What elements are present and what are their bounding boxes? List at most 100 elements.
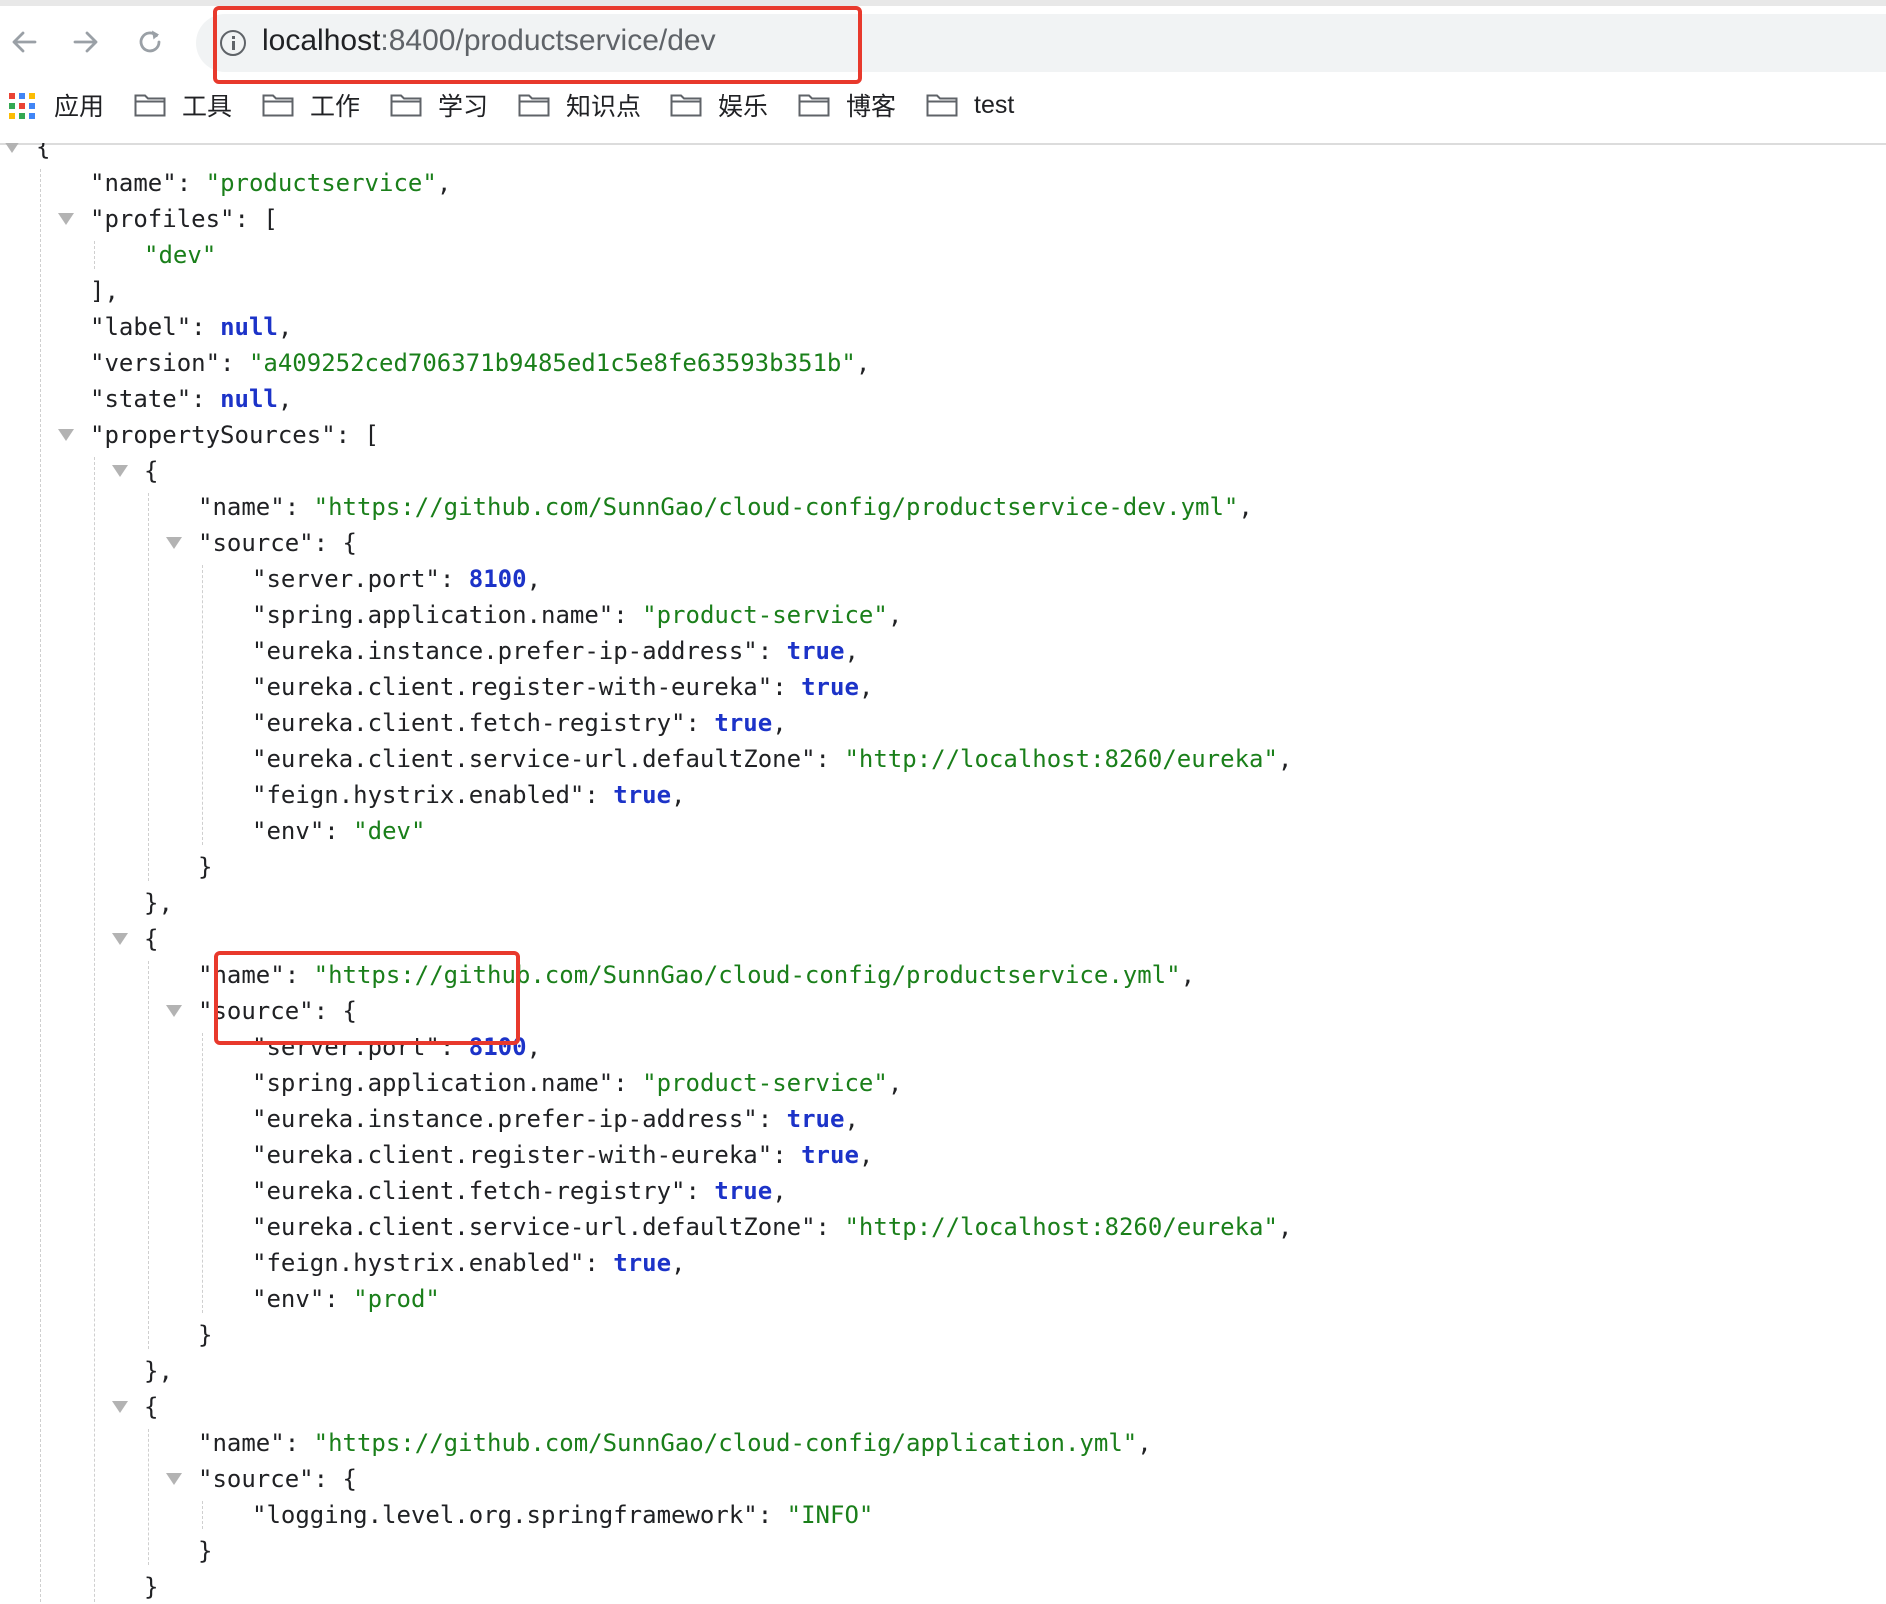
json-key: "logging.level.org.springframework" [252,1501,758,1529]
json-line-entry: "eureka.client.fetch-registry": true, [252,709,787,737]
indent-guide [148,493,149,881]
json-key: "name" [198,1429,285,1457]
json-line-profiles: "profiles": [ [90,205,278,233]
json-line-entry: "env": "dev" [252,817,426,845]
json-line-entry: "eureka.client.service-url.defaultZone":… [252,745,1293,773]
json-line-entry: "eureka.client.register-with-eureka": tr… [252,673,874,701]
collapse-toggle-icon[interactable] [58,429,74,441]
folder-icon [390,94,422,117]
json-string-value: "a409252ced706371b9485ed1c5e8fe63593b351… [248,349,856,377]
forward-button[interactable] [62,18,110,66]
arrow-left-icon [12,31,37,53]
json-close-brace: } [198,853,213,881]
bookmark-folder-entertainment[interactable]: 娱乐 [670,87,768,123]
json-literal-value: 8100 [468,565,527,593]
json-line-entry: "feign.hystrix.enabled": true, [252,1249,686,1277]
bookmark-apps[interactable]: 应用 [54,87,104,123]
json-key: "spring.application.name" [252,601,614,629]
browser-toolbar: localhost:8400/productservice/dev 应用 工具 … [0,0,1886,145]
bookmark-folder-knowledge[interactable]: 知识点 [518,87,641,123]
folder-icon [262,94,294,117]
json-key: "env" [252,1285,325,1313]
collapse-toggle-icon[interactable] [58,213,74,225]
indent-guide [148,1429,149,1565]
bookmark-label: 工作 [310,93,361,121]
reload-button[interactable] [126,18,174,66]
json-literal-value: true [714,709,773,737]
json-key: "version" [90,349,221,377]
json-line-entry: "spring.application.name": "product-serv… [252,1069,903,1097]
back-button[interactable] [0,18,48,66]
bookmark-label: 知识点 [566,93,642,121]
json-line-entry: "eureka.client.service-url.defaultZone":… [252,1213,1293,1241]
json-object-open: { [144,1393,159,1421]
json-literal-value: true [786,637,845,665]
json-string-value: "dev" [144,241,217,269]
json-key: "spring.application.name" [252,1069,614,1097]
bookmark-label: 博客 [846,93,897,121]
json-literal-value: true [613,781,672,809]
collapse-toggle-icon[interactable] [166,537,182,549]
bookmark-folder-test[interactable]: test [926,87,1014,123]
collapse-toggle-icon[interactable] [112,465,128,477]
bookmark-label: 工具 [182,93,233,121]
json-literal-value: true [801,673,859,701]
json-literal-value: null [220,385,278,413]
json-close-brace: }, [144,889,173,917]
collapse-toggle-icon[interactable] [166,1005,182,1017]
json-key: "eureka.instance.prefer-ip-address" [252,1105,758,1133]
json-key: "source" [198,1465,314,1493]
json-key: "propertySources" [90,421,336,449]
json-line-entry: "feign.hystrix.enabled": true, [252,781,686,809]
json-key: "eureka.client.register-with-eureka" [252,1141,773,1169]
json-key: "eureka.client.fetch-registry" [252,709,686,737]
json-string-value: "INFO" [786,1501,874,1529]
json-key: "eureka.instance.prefer-ip-address" [252,637,758,665]
indent-guide [94,457,95,1604]
folder-icon [670,94,702,117]
indent-guide [94,241,95,269]
json-array-item: "dev" [144,237,216,273]
json-viewer: {"name": "productservice", "profiles": ["… [0,143,1886,1604]
json-object-open: { [144,457,159,485]
collapse-toggle-icon[interactable] [112,933,128,945]
json-line-entry: "eureka.instance.prefer-ip-address": tru… [252,1105,859,1133]
json-key: "source" [198,529,314,557]
json-close-brace: } [144,1573,159,1601]
json-line-entry: "eureka.client.fetch-registry": true, [252,1177,787,1205]
json-string-value: "dev" [353,817,426,845]
apps-grid-icon[interactable] [9,93,35,119]
json-key: "name" [90,169,177,197]
json-line-version: "version": "a409252ced706371b9485ed1c5e8… [90,349,871,377]
bookmark-folder-tools[interactable]: 工具 [134,87,232,123]
json-line-entry: "spring.application.name": "product-serv… [252,601,903,629]
bookmarks-bar: 应用 工具 工作 学习 知识点 娱乐 博客 test [0,87,1886,123]
json-literal-value: true [613,1249,672,1277]
json-string-value: "https://github.com/SunnGao/cloud-config… [313,493,1239,521]
collapse-toggle-icon[interactable] [166,1473,182,1485]
collapse-toggle-icon[interactable] [4,143,20,153]
collapse-toggle-icon[interactable] [112,1401,128,1413]
json-key: "profiles" [90,205,235,233]
json-line-entry: "eureka.instance.prefer-ip-address": tru… [252,637,859,665]
json-key: "eureka.client.service-url.defaultZone" [252,1213,816,1241]
json-string-value: "https://github.com/SunnGao/cloud-config… [313,1429,1138,1457]
bookmark-folder-work[interactable]: 工作 [262,87,360,123]
arrow-right-icon [73,31,98,53]
json-close-brace: } [198,1321,213,1349]
json-line-entry: "env": "prod" [252,1285,440,1313]
json-literal-value: null [220,313,278,341]
bookmark-label: 应用 [54,93,105,121]
json-string-value: "product-service" [642,601,888,629]
bookmark-folder-study[interactable]: 学习 [390,87,488,123]
json-close-brace: } [198,1537,213,1565]
json-string-value: "productservice" [205,169,437,197]
json-key: "label" [90,313,192,341]
json-close-brace: }, [144,1357,173,1385]
json-line-source: "source": { [198,529,357,557]
json-object-open: { [144,925,159,953]
json-key: "state" [90,385,192,413]
indent-guide [202,1033,203,1313]
bookmark-folder-blog[interactable]: 博客 [798,87,896,123]
json-line-state: "state": null, [90,385,293,413]
